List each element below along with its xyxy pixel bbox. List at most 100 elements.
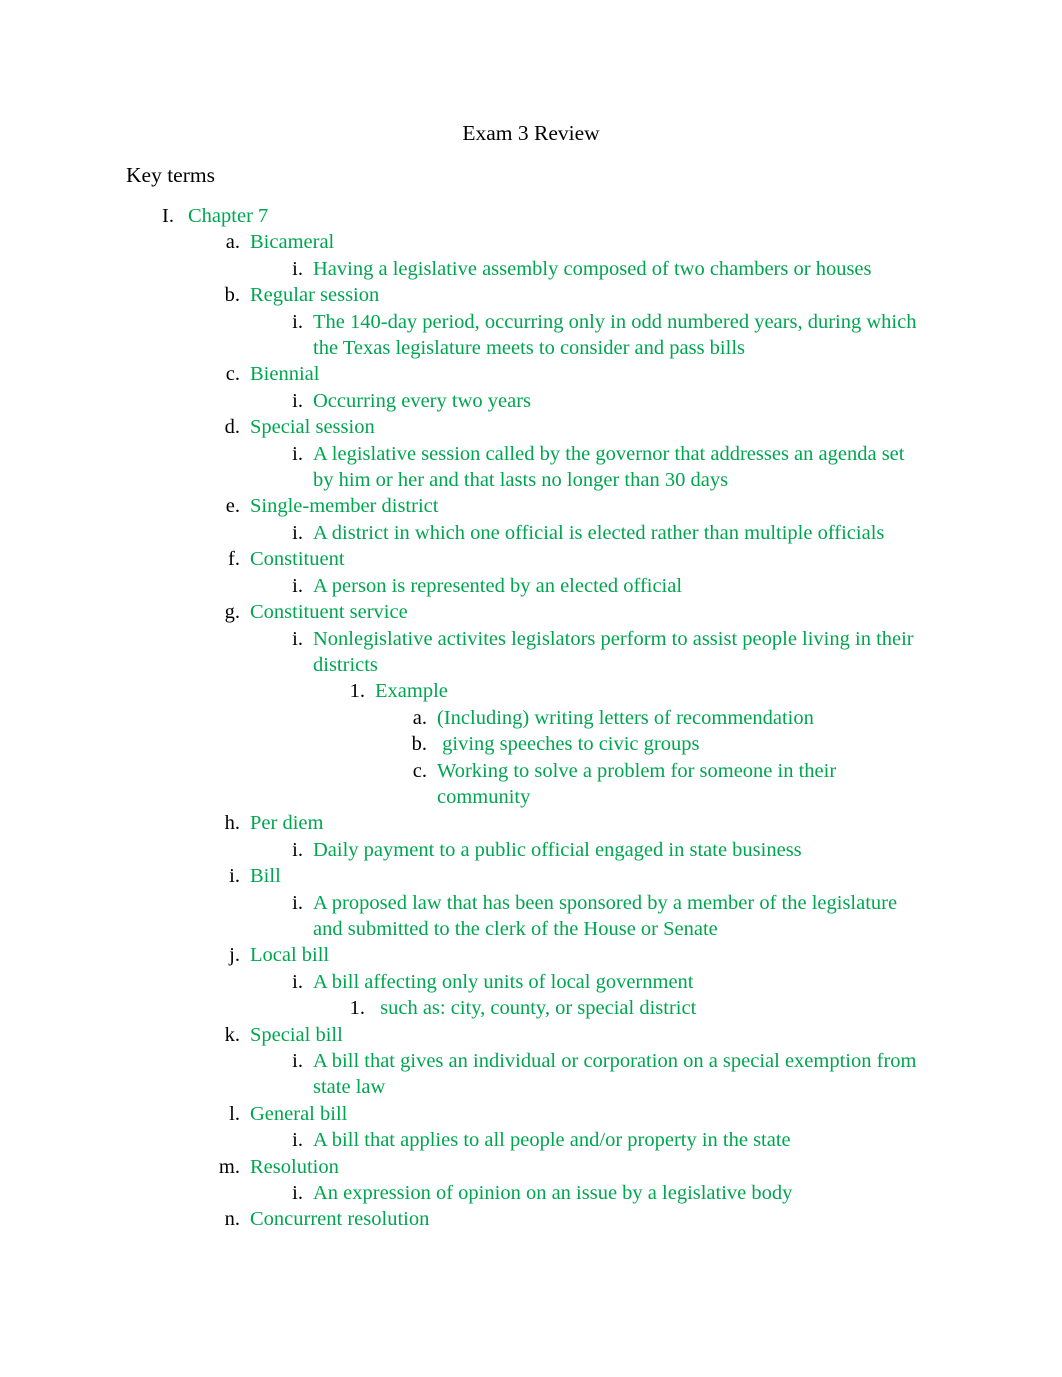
outline-item-level-3: i. A legislative session called by the go… xyxy=(292,441,930,494)
outline-item-text: Nonlegislative activites legislators per… xyxy=(313,627,919,676)
list-marker: e. xyxy=(225,495,240,518)
outline-item-level-5: c. Working to solve a problem for someone… xyxy=(413,758,930,811)
outline-item-text: Constituent xyxy=(250,548,345,571)
outline-item-text: Having a legislative assembly composed o… xyxy=(313,257,872,280)
list-marker: k. xyxy=(224,1023,240,1046)
list-marker: m. xyxy=(218,1155,240,1178)
list-marker: i. xyxy=(292,1182,303,1205)
list-marker: a. xyxy=(412,706,427,729)
list-marker: i. xyxy=(292,627,303,650)
page-title: Exam 3 Review xyxy=(462,121,600,145)
outline-item-level-2: e. Single-member district xyxy=(226,493,930,519)
outline-item-level-4: 1. such as: city, county, or special dis… xyxy=(350,995,930,1021)
outline-item-text: Local bill xyxy=(250,944,330,967)
document-page: Exam 3 Review Key terms I. Chapter 7 a. Bic… xyxy=(0,0,1062,1377)
outline-item-level-3: i. The 140-day period, occurring only in … xyxy=(292,309,930,362)
list-marker: I. xyxy=(162,205,174,227)
outline-item-level-2: f. Constituent xyxy=(228,546,930,572)
list-marker: 1. xyxy=(349,997,365,1020)
list-marker: i. xyxy=(292,574,303,597)
list-marker: c. xyxy=(412,759,427,782)
outline-item-level-5: a. (Including) writing letters of recomme… xyxy=(413,705,930,731)
outline-item-text: A bill that applies to all people and/or… xyxy=(313,1129,791,1152)
outline-item-level-3: i. An expression of opinion on an issue b… xyxy=(292,1180,930,1206)
list-marker: b. xyxy=(224,284,240,307)
outline-item-level-2: m. Resolution xyxy=(219,1154,930,1180)
section-heading-key-terms: Key terms xyxy=(126,163,215,187)
outline-item-text: Per diem xyxy=(250,812,324,835)
list-marker: i. xyxy=(292,257,303,280)
outline-item-level-3: i. Having a legislative assembly composed… xyxy=(292,256,930,282)
list-marker: i. xyxy=(292,389,303,412)
outline-item-level-3: i. A bill that gives an individual or cor… xyxy=(292,1048,930,1101)
list-marker: h. xyxy=(224,812,240,835)
list-marker: i. xyxy=(229,865,240,888)
outline-item-level-3: i. Occurring every two years xyxy=(292,388,930,414)
outline-item-level-3: i. A proposed law that has been sponsored… xyxy=(292,890,930,943)
outline-item-text: Concurrent resolution xyxy=(250,1208,430,1231)
list-marker: n. xyxy=(224,1208,240,1231)
list-marker: f. xyxy=(228,548,240,571)
list-marker: 1. xyxy=(349,680,365,703)
outline-item-level-1: I. Chapter 7 xyxy=(162,203,930,229)
outline-item-level-2: n. Concurrent resolution xyxy=(225,1206,930,1232)
outline-item-text: Resolution xyxy=(250,1155,339,1178)
outline-item-level-3: i. A person is represented by an elected … xyxy=(292,573,930,599)
outline-item-level-2: b. Regular session xyxy=(225,282,930,308)
outline-item-text: A proposed law that has been sponsored b… xyxy=(313,891,903,940)
outline-list: I. Chapter 7 a. Bicameral i. Having a legisla… xyxy=(0,203,1062,1233)
outline-item-text: Biennial xyxy=(250,363,320,386)
list-marker: d. xyxy=(224,416,240,439)
outline-item-level-2: i. Bill xyxy=(229,863,930,889)
outline-item-text: Bill xyxy=(250,865,281,888)
list-marker: i. xyxy=(292,521,303,544)
outline-item-level-3: i. Daily payment to a public official eng… xyxy=(292,837,930,863)
outline-item-text: A person is represented by an elected of… xyxy=(313,574,683,597)
list-marker: g. xyxy=(224,601,240,624)
outline-item-text: A legislative session called by the gove… xyxy=(313,442,910,492)
outline-item-text: Occurring every two years xyxy=(313,389,532,412)
outline-item-text: Single-member district xyxy=(250,495,439,518)
outline-item-level-3: i. A district in which one official is el… xyxy=(292,520,930,546)
list-marker: i. xyxy=(292,310,303,333)
list-marker: i. xyxy=(292,442,303,465)
outline-item-level-5: b. giving speeches to civic groups xyxy=(412,731,930,757)
outline-item-level-2: c. Biennial xyxy=(226,361,930,387)
outline-item-level-2: a. Bicameral xyxy=(226,229,930,255)
list-marker: i. xyxy=(292,970,303,993)
list-marker: i. xyxy=(292,891,303,914)
list-marker: i. xyxy=(292,1050,303,1072)
outline-item-level-3: i. A bill that applies to all people and/… xyxy=(292,1127,930,1153)
outline-item-text: Constituent service xyxy=(250,601,408,624)
outline-item-level-4: 1. Example xyxy=(350,678,930,704)
outline-item-level-2: l. General bill xyxy=(229,1101,930,1127)
list-marker: j. xyxy=(229,944,240,967)
list-marker: i. xyxy=(292,1129,303,1152)
outline-item-text: (Including) writing letters of recommend… xyxy=(437,706,814,729)
outline-item-text: A bill affecting only units of local gov… xyxy=(313,970,694,993)
outline-item-text: such as: city, county, or special distri… xyxy=(375,997,697,1020)
list-marker: c. xyxy=(225,363,240,386)
outline-item-text: Special bill xyxy=(250,1023,343,1046)
outline-item-text: General bill xyxy=(250,1102,348,1125)
outline-item-text: A bill that gives an individual or corpo… xyxy=(313,1050,922,1099)
outline-item-text: giving speeches to civic groups xyxy=(437,733,700,756)
list-marker: b. xyxy=(411,733,427,756)
outline-item-text: Regular session xyxy=(250,284,380,307)
outline-item-text: Bicameral xyxy=(250,231,335,254)
outline-item-text: Working to solve a problem for someone i… xyxy=(437,759,842,808)
list-marker: i. xyxy=(292,838,303,861)
outline-item-level-2: k. Special bill xyxy=(225,1022,930,1048)
outline-item-level-2: h. Per diem xyxy=(225,810,930,836)
outline-item-text: A district in which one official is elec… xyxy=(313,521,885,544)
outline-item-text: An expression of opinion on an issue by … xyxy=(313,1182,793,1205)
outline-item-text: Example xyxy=(375,680,448,703)
outline-item-level-3: i. A bill affecting only units of local g… xyxy=(292,969,930,995)
outline-item-level-2: g. Constituent service xyxy=(225,599,930,625)
outline-item-text: Daily payment to a public official engag… xyxy=(313,838,802,861)
outline-item-level-2: j. Local bill xyxy=(229,942,930,968)
outline-item-level-2: d. Special session xyxy=(225,414,930,440)
outline-item-level-3: i. Nonlegislative activites legislators p… xyxy=(292,626,930,679)
outline-item-text: The 140-day period, occurring only in od… xyxy=(313,310,922,360)
outline-item-text: Chapter 7 xyxy=(188,205,269,227)
